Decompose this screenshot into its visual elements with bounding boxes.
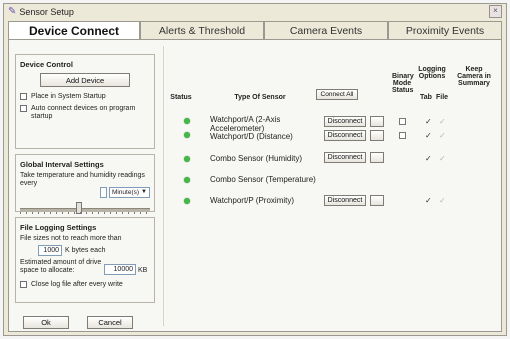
interval-controls: Minute(s) ▼ [100,187,150,198]
connect-all-button[interactable]: Connect All [316,89,358,100]
interval-value-input[interactable] [100,187,107,198]
drive-space-row: Estimated amount of drive space to alloc… [20,259,150,275]
pencil-icon: ✎ [8,6,17,17]
log-tab-check-icon[interactable]: ✓ [425,118,432,126]
tab-alerts-threshold[interactable]: Alerts & Threshold [140,21,264,39]
interval-text: Take temperature and humidity readings e… [20,172,145,187]
disconnect-button[interactable]: Disconnect [324,116,366,127]
interval-unit-value: Minute(s) [111,189,140,196]
file-size-unit: K bytes each [65,247,106,254]
interval-settings-group: Global Interval Settings Take temperatur… [15,154,155,214]
close-log-option: Close log file after every write [20,281,150,289]
interval-slider[interactable] [20,202,150,214]
ok-button[interactable]: Ok [23,316,69,329]
place-in-startup-checkbox[interactable] [20,93,27,100]
file-size-input[interactable]: 1000 [38,245,62,256]
close-log-label: Close log file after every write [31,281,123,288]
sensor-settings-button[interactable] [370,195,384,206]
place-in-startup-label: Place in System Startup [31,93,106,100]
sensor-name: Combo Sensor (Humidity) [210,154,303,163]
sensor-name: Watchport/P (Proximity) [210,196,295,205]
auto-connect-label: Auto connect devices on program startup [31,105,136,120]
file-size-row: 1000 K bytes each [38,245,150,256]
file-logging-title: File Logging Settings [20,223,97,232]
tab-device-connect[interactable]: Device Connect [8,21,140,40]
window-title: Sensor Setup [19,6,74,17]
log-file-check-icon[interactable]: ✓ [439,118,446,126]
close-log-checkbox[interactable] [20,281,27,288]
close-icon[interactable]: × [489,5,502,18]
tab-column-header: Tab [420,94,432,101]
tab-panel: Device Control Add Device Place in Syste… [8,39,502,332]
status-led [184,118,190,124]
device-control-title: Device Control [20,60,73,69]
status-led [184,156,190,162]
binary-mode-checkbox[interactable] [399,132,406,139]
file-size-text: File sizes not to reach more than [20,235,122,242]
log-file-check-icon[interactable]: ✓ [439,155,446,163]
log-file-check-icon[interactable]: ✓ [439,197,446,205]
sensor-name: Watchport/A (2-Axis Accelerometer) [210,115,281,133]
binary-mode-checkbox[interactable] [399,118,406,125]
logging-options-header: Logging Options [418,66,446,80]
drive-space-unit: KB [138,267,148,274]
disconnect-button[interactable]: Disconnect [324,130,366,141]
drive-space-input[interactable]: 10000 [104,264,136,275]
cancel-button[interactable]: Cancel [87,316,133,329]
add-device-button[interactable]: Add Device [40,73,130,87]
disconnect-button[interactable]: Disconnect [324,152,366,163]
drive-space-text: Estimated amount of drive space to alloc… [20,259,102,274]
file-column-header: File [435,94,449,101]
sensor-settings-button[interactable] [370,130,384,141]
tab-strip: Device Connect Alerts & Threshold Camera… [8,21,502,40]
keep-camera-header: Keep Camera in Summary [457,66,491,87]
interval-settings-title: Global Interval Settings [20,160,104,169]
sensor-name: Watchport/D (Distance) [210,132,293,141]
log-tab-check-icon[interactable]: ✓ [425,197,432,205]
status-led [184,177,190,183]
sensor-table: Connect All Status Type Of Sensor Binary… [163,46,498,326]
auto-connect-option: Auto connect devices on program startup [20,105,150,121]
type-header: Type Of Sensor [234,94,286,101]
status-led [184,132,190,138]
log-file-check-icon[interactable]: ✓ [439,132,446,140]
sensor-settings-button[interactable] [370,116,384,127]
sensor-setup-window: ✎ Sensor Setup × Device Connect Alerts &… [3,3,507,336]
device-control-group: Device Control Add Device Place in Syste… [15,54,155,149]
chevron-down-icon: ▼ [141,189,147,195]
disconnect-button[interactable]: Disconnect [324,195,366,206]
tab-proximity-events[interactable]: Proximity Events [388,21,502,39]
startup-option: Place in System Startup [20,93,150,101]
log-tab-check-icon[interactable]: ✓ [425,155,432,163]
sensor-name: Combo Sensor (Temperature) [210,175,316,184]
log-tab-check-icon[interactable]: ✓ [425,132,432,140]
file-logging-group: File Logging Settings File sizes not to … [15,217,155,303]
tab-camera-events[interactable]: Camera Events [264,21,388,39]
status-header: Status [170,94,192,101]
title-bar: ✎ Sensor Setup × [4,4,506,19]
interval-unit-select[interactable]: Minute(s) ▼ [108,187,150,198]
status-led [184,198,190,204]
binary-mode-header: Binary Mode Status [392,73,414,94]
sensor-settings-button[interactable] [370,152,384,163]
slider-ticks [20,212,150,214]
auto-connect-checkbox[interactable] [20,105,27,112]
